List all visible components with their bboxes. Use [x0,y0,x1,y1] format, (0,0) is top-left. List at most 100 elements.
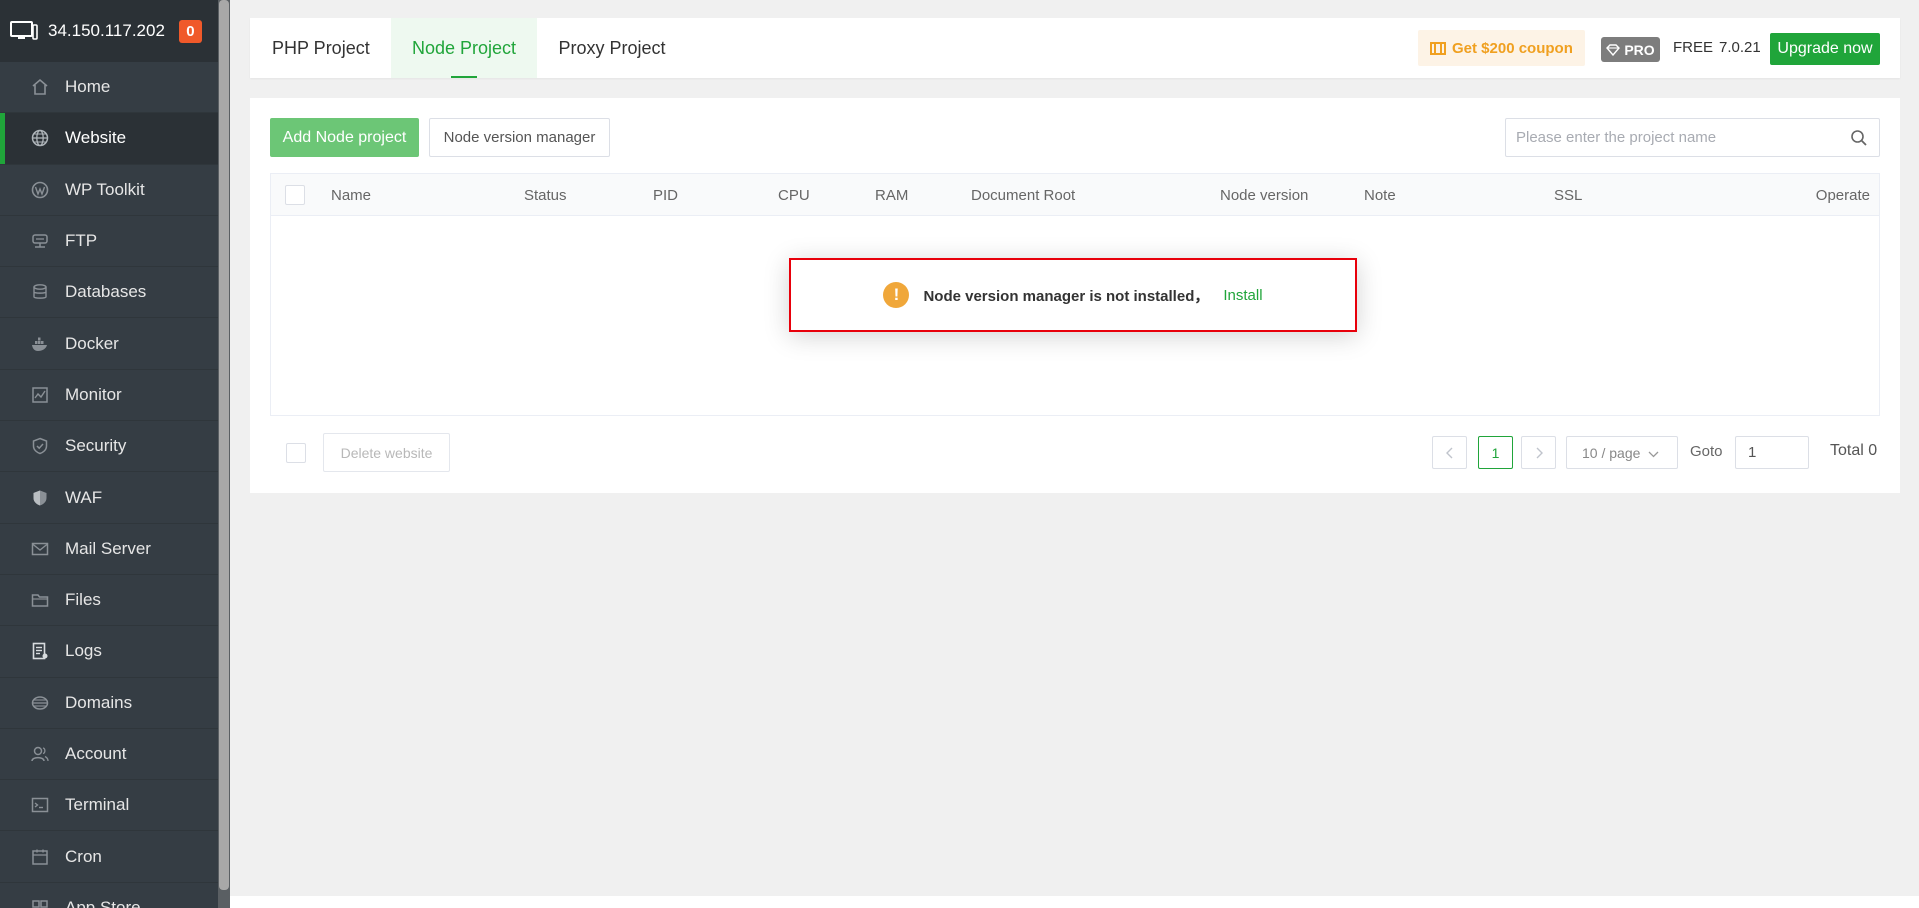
add-node-project-button[interactable]: Add Node project [270,118,419,157]
install-link[interactable]: Install [1223,287,1262,304]
goto-page-input[interactable] [1735,436,1809,469]
col-node-version[interactable]: Node version [1220,174,1308,216]
sidebar-item-docker[interactable]: Docker [0,318,230,370]
toast-message: Node version manager is not installed， [923,287,1210,305]
sidebar-item-label: App Store [65,897,141,908]
sidebar-item-label: Monitor [65,384,122,404]
prev-page-button[interactable] [1432,436,1467,469]
table-header: Name Status PID CPU RAM Document Root No… [271,174,1879,216]
sidebar-item-website[interactable]: Website [0,113,230,165]
sidebar-item-home[interactable]: Home [0,62,230,114]
ftp-icon [30,231,50,251]
search-icon[interactable] [1839,129,1879,147]
sidebar: 34.150.117.202 0 Home Website WP Toolkit… [0,0,230,908]
warning-toast: ! Node version manager is not installed，… [789,258,1357,332]
gift-icon [1430,42,1446,55]
plan-label: FREE [1673,39,1714,56]
col-status[interactable]: Status [524,174,567,216]
version-label: 7.0.21 [1719,39,1761,56]
col-cpu[interactable]: CPU [778,174,810,216]
sidebar-scrollbar[interactable] [218,0,230,908]
scrollbar-thumb[interactable] [219,0,229,890]
sidebar-item-logs[interactable]: Logs [0,626,230,678]
next-page-button[interactable] [1521,436,1556,469]
sidebar-item-security[interactable]: Security [0,421,230,473]
delete-website-button[interactable]: Delete website [323,433,450,472]
calendar-icon [30,847,50,867]
sidebar-item-label: Files [65,590,101,610]
coupon-label: Get $200 coupon [1452,39,1573,57]
col-ssl[interactable]: SSL [1554,174,1582,216]
notification-badge[interactable]: 0 [178,19,202,43]
chevron-down-icon [1648,445,1659,461]
sidebar-item-mail-server[interactable]: Mail Server [0,524,230,575]
sidebar-item-terminal[interactable]: Terminal [0,780,230,832]
upgrade-button[interactable]: Upgrade now [1770,33,1880,65]
col-operate: Operate [1815,186,1870,204]
col-ram[interactable]: RAM [875,174,908,216]
sidebar-item-label: Account [65,744,127,763]
sidebar-item-label: Mail Server [65,538,151,558]
chevron-right-icon [1536,447,1543,458]
select-all-cell [285,174,305,216]
sidebar-item-label: Domains [65,692,133,712]
sidebar-item-label: Logs [65,641,102,661]
sidebar-item-label: Website [65,128,127,148]
wordpress-icon [30,180,50,200]
sidebar-item-wp-toolkit[interactable]: WP Toolkit [0,165,230,216]
chevron-left-icon [1445,447,1452,458]
diamond-icon [1606,43,1621,56]
select-all-checkbox[interactable] [285,185,305,205]
pro-label: PRO [1624,41,1655,58]
project-tabs-bar: PHP Project Node Project Proxy Project G… [250,18,1900,78]
sidebar-item-domains[interactable]: Domains [0,678,230,729]
mail-icon [30,539,50,559]
sidebar-item-account[interactable]: Account [0,729,230,781]
monitor-chart-icon [30,385,50,405]
batch-select-checkbox[interactable] [286,443,306,463]
sidebar-item-waf[interactable]: WAF [0,472,230,524]
pro-badge[interactable]: PRO [1601,37,1660,62]
col-pid[interactable]: PID [653,174,678,216]
server-header[interactable]: 34.150.117.202 0 [0,0,230,62]
sidebar-item-label: WAF [65,487,103,507]
tab-proxy-project[interactable]: Proxy Project [537,18,687,78]
sidebar-item-label: Databases [65,282,147,302]
logs-icon [30,641,50,661]
total-count: Total 0 [1830,442,1878,459]
warning-icon: ! [883,282,910,308]
col-document-root[interactable]: Document Root [971,174,1075,216]
col-name[interactable]: Name [331,174,371,216]
docker-icon [30,334,50,354]
sidebar-item-label: Docker [65,333,119,353]
sidebar-item-label: FTP [65,231,98,251]
goto-label: Goto [1690,443,1723,460]
home-icon [30,77,50,97]
folder-icon [30,590,50,610]
page-button-current[interactable]: 1 [1478,436,1513,469]
page-size-value: 10 / page [1582,444,1641,461]
sidebar-item-label: Security [65,436,127,456]
domains-icon [30,693,50,713]
sidebar-item-databases[interactable]: Databases [0,267,230,319]
col-note[interactable]: Note [1364,174,1396,216]
page-size-select[interactable]: 10 / page [1566,436,1678,469]
search-input[interactable] [1506,119,1839,156]
users-icon [30,744,50,764]
sidebar-item-label: Home [65,77,111,97]
node-version-manager-button[interactable]: Node version manager [429,118,610,157]
sidebar-item-monitor[interactable]: Monitor [0,370,230,422]
sidebar-item-app-store[interactable]: App Store [0,883,230,908]
sidebar-item-cron[interactable]: Cron [0,831,230,883]
terminal-icon [30,795,50,815]
tab-php-project[interactable]: PHP Project [250,18,390,78]
sidebar-item-files[interactable]: Files [0,575,230,627]
sidebar-item-label: WP Toolkit [65,179,145,199]
server-ip: 34.150.117.202 [48,21,165,40]
sidebar-item-ftp[interactable]: FTP [0,216,230,268]
tab-node-project[interactable]: Node Project [391,18,537,78]
sidebar-item-label: Cron [65,846,102,866]
waf-shield-icon [30,488,50,508]
coupon-button[interactable]: Get $200 coupon [1418,30,1585,66]
globe-icon [30,128,50,148]
